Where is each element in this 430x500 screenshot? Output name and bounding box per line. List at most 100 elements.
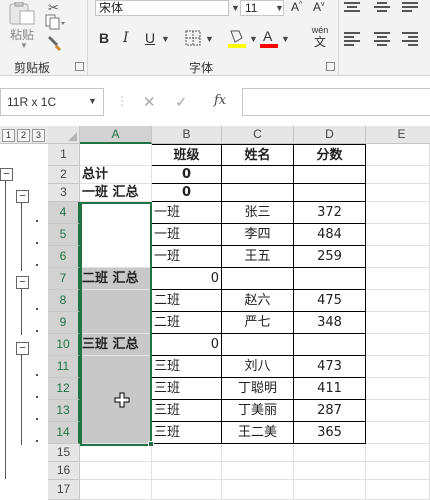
formula-input[interactable] [242, 88, 430, 116]
borders-dropdown-icon[interactable]: ▼ [205, 34, 214, 44]
cell-d15[interactable] [294, 444, 366, 462]
font-color-icon[interactable]: A [259, 27, 279, 49]
align-bottom-icon[interactable] [402, 2, 418, 16]
cell-d17[interactable] [294, 480, 366, 500]
cell-c13[interactable]: 丁美丽 [222, 400, 294, 422]
phonetic-guide-button[interactable]: wén 文 [307, 25, 333, 49]
row-header-6[interactable]: 6 [48, 246, 80, 268]
cell-d10[interactable] [294, 334, 366, 356]
align-top-icon[interactable] [344, 2, 360, 16]
underline-dropdown-icon[interactable]: ▼ [161, 34, 170, 44]
cell-e10[interactable] [366, 334, 430, 356]
font-name-dropdown-icon[interactable]: ▼ [231, 3, 240, 13]
cell-d9[interactable]: 348 [294, 312, 366, 334]
cell-c12[interactable]: 丁聪明 [222, 378, 294, 400]
cell-b17[interactable] [152, 480, 222, 500]
cell-b8[interactable]: 二班 [152, 290, 222, 312]
cell-d7[interactable] [294, 268, 366, 290]
cell-b6[interactable]: 一班 [152, 246, 222, 268]
cell-d3[interactable] [294, 184, 366, 202]
row-header-12[interactable]: 12 [48, 378, 80, 400]
row-header-11[interactable]: 11 [48, 356, 80, 378]
cell-d4[interactable]: 372 [294, 202, 366, 224]
cell-c2[interactable] [222, 166, 294, 184]
row-header-7[interactable]: 7 [48, 268, 80, 290]
cell-b4[interactable]: 一班 [152, 202, 222, 224]
cell-b7[interactable]: 0 [152, 268, 222, 290]
cell-a4-a6[interactable] [80, 202, 152, 268]
row-header-14[interactable]: 14 [48, 422, 80, 444]
cell-e12[interactable] [366, 378, 430, 400]
cell-e15[interactable] [366, 444, 430, 462]
cell-e3[interactable] [366, 184, 430, 202]
cell-d5[interactable]: 484 [294, 224, 366, 246]
cell-c11[interactable]: 刘八 [222, 356, 294, 378]
decrease-font-icon[interactable]: Av [313, 0, 325, 14]
cell-c16[interactable] [222, 462, 294, 480]
row-header-15[interactable]: 15 [48, 444, 80, 462]
cell-c10[interactable] [222, 334, 294, 356]
outline-collapse-group2-button[interactable]: − [16, 276, 29, 289]
bold-button[interactable]: B [99, 28, 109, 48]
row-header-17[interactable]: 17 [48, 480, 80, 500]
cell-a15[interactable] [80, 444, 152, 462]
cell-d14[interactable]: 365 [294, 422, 366, 444]
cell-c8[interactable]: 赵六 [222, 290, 294, 312]
cell-d12[interactable]: 411 [294, 378, 366, 400]
outline-level-3-button[interactable]: 3 [32, 129, 45, 142]
cell-c15[interactable] [222, 444, 294, 462]
cell-c17[interactable] [222, 480, 294, 500]
column-header-c[interactable]: C [222, 126, 294, 144]
italic-button[interactable]: I [123, 28, 129, 48]
cell-d8[interactable]: 475 [294, 290, 366, 312]
outline-collapse-group3-button[interactable]: − [16, 342, 29, 355]
row-header-13[interactable]: 13 [48, 400, 80, 422]
cell-b1[interactable]: 班级 [152, 144, 222, 166]
cell-e13[interactable] [366, 400, 430, 422]
align-center-icon[interactable] [374, 32, 390, 46]
font-name-select[interactable]: 宋体 [95, 0, 229, 16]
cell-e17[interactable] [366, 480, 430, 500]
cell-e8[interactable] [366, 290, 430, 312]
cell-e1[interactable] [366, 144, 430, 166]
align-right-icon[interactable] [402, 32, 418, 46]
cell-c5[interactable]: 李四 [222, 224, 294, 246]
row-header-4[interactable]: 4 [48, 202, 80, 224]
cell-b16[interactable] [152, 462, 222, 480]
cell-b12[interactable]: 三班 [152, 378, 222, 400]
cell-b3[interactable]: 0 [152, 184, 222, 202]
cell-b9[interactable]: 二班 [152, 312, 222, 334]
cell-e11[interactable] [366, 356, 430, 378]
column-header-e[interactable]: E [366, 126, 430, 144]
cell-b14[interactable]: 三班 [152, 422, 222, 444]
row-header-10[interactable]: 10 [48, 334, 80, 356]
cell-a16[interactable] [80, 462, 152, 480]
copy-icon[interactable] [44, 14, 66, 30]
format-painter-icon[interactable] [46, 34, 66, 52]
cell-a1[interactable] [80, 144, 152, 166]
cell-b5[interactable]: 一班 [152, 224, 222, 246]
cell-c7[interactable] [222, 268, 294, 290]
paste-icon[interactable] [6, 2, 38, 26]
outline-level-1-button[interactable]: 1 [2, 129, 15, 142]
cell-a7[interactable]: 二班 汇总 [80, 268, 152, 290]
cell-a8-a9[interactable] [80, 290, 152, 334]
fill-color-icon[interactable] [227, 27, 247, 49]
borders-icon[interactable] [185, 30, 201, 46]
paste-dropdown-icon[interactable]: ▼ [20, 41, 28, 50]
cell-d6[interactable]: 259 [294, 246, 366, 268]
row-header-2[interactable]: 2 [48, 166, 80, 184]
font-size-dropdown-icon[interactable]: ▼ [275, 3, 284, 13]
confirm-entry-icon[interactable]: ✓ [175, 93, 188, 111]
cell-d16[interactable] [294, 462, 366, 480]
row-header-8[interactable]: 8 [48, 290, 80, 312]
cell-d1[interactable]: 分数 [294, 144, 366, 166]
cell-e7[interactable] [366, 268, 430, 290]
column-header-b[interactable]: B [152, 126, 222, 144]
cell-b10[interactable]: 0 [152, 334, 222, 356]
cell-c1[interactable]: 姓名 [222, 144, 294, 166]
font-launcher-icon[interactable] [326, 62, 335, 71]
cell-c6[interactable]: 王五 [222, 246, 294, 268]
cell-b15[interactable] [152, 444, 222, 462]
increase-font-icon[interactable]: A^ [291, 0, 302, 14]
